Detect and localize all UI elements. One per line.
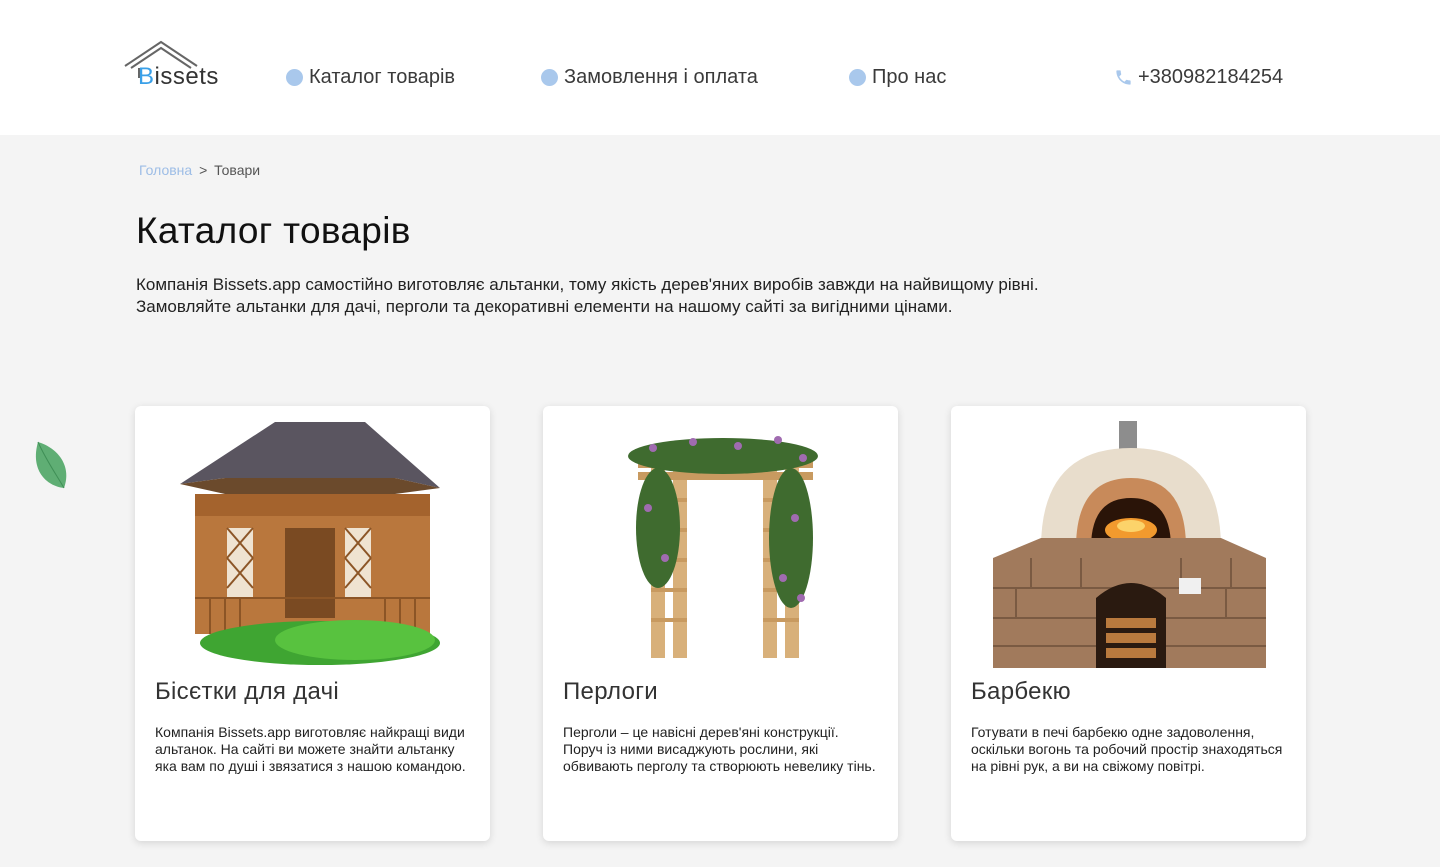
card-title: Барбекю — [971, 678, 1071, 705]
pergola-image — [628, 436, 818, 658]
logo-text: Bissets — [138, 63, 219, 91]
card-title: Перлоги — [563, 678, 659, 705]
nav-catalog[interactable]: Каталог товарів — [286, 64, 455, 90]
intro-text: Компанія Bissets.app самостійно виготовл… — [136, 274, 1286, 318]
nav-order-payment-label: Замовлення і оплата — [564, 65, 758, 88]
intro-line-2: Замовляйте альтанки для дачі, перголи та… — [136, 297, 953, 316]
logo-text-rest: issets — [154, 63, 219, 90]
nav-order-payment[interactable]: Замовлення і оплата — [541, 64, 758, 90]
breadcrumb-home-link[interactable]: Головна — [139, 162, 192, 178]
logo[interactable]: Bissets — [123, 38, 235, 92]
intro-line-1: Компанія Bissets.app самостійно виготовл… — [136, 275, 1039, 294]
page-title: Каталог товарів — [136, 210, 411, 251]
nav-catalog-label: Каталог товарів — [309, 65, 456, 88]
nav-about[interactable]: Про нас — [849, 64, 946, 90]
gazebo-image — [180, 422, 440, 665]
phone-icon — [1116, 69, 1131, 85]
product-card-gazebo[interactable]: Бісєтки для дачі Компанія Bissets.app ви… — [135, 406, 490, 841]
card-description: Готувати в печі барбекю одне задоволення… — [971, 724, 1283, 774]
logo-text-highlight: B — [138, 63, 155, 90]
card-description: Перголи – це навісні дерев'яні конструкц… — [563, 724, 876, 774]
phone-number: +380982184254 — [1138, 65, 1284, 88]
breadcrumb-current: Товари — [214, 162, 261, 178]
nav-about-label: Про нас — [872, 65, 947, 88]
site-header: Bissets Каталог товарів Замовлення і опл… — [0, 0, 1440, 135]
product-card-bbq[interactable]: Барбекю Готувати в печі барбекю одне зад… — [951, 406, 1306, 841]
bbq-oven-image — [993, 421, 1266, 668]
nav-dot-icon — [849, 68, 866, 86]
product-card-pergola[interactable]: Перлоги Перголи – це навісні дерев'яні к… — [543, 406, 898, 841]
nav-dot-icon — [286, 68, 303, 86]
breadcrumb-separator: > — [199, 162, 208, 178]
card-title: Бісєтки для дачі — [155, 678, 340, 705]
phone-link[interactable]: +380982184254 — [1114, 64, 1283, 90]
nav-dot-icon — [541, 68, 558, 86]
card-description: Компанія Bissets.app виготовляє найкращі… — [155, 724, 466, 774]
leaf-icon — [35, 441, 67, 489]
breadcrumb: Головна > Товари — [139, 162, 260, 178]
